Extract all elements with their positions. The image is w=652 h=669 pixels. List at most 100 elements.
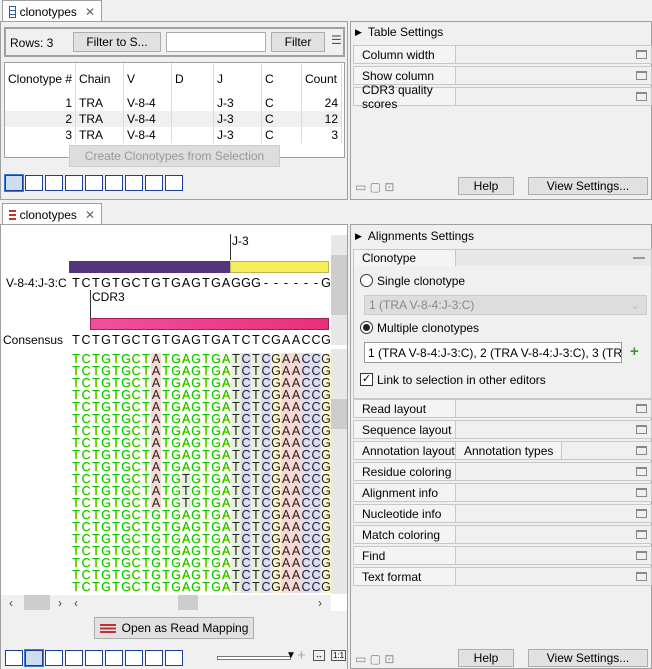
table-view-icon[interactable]: [5, 650, 23, 666]
read-row[interactable]: TCTGTGCTGTGAGTGATCTCGAACCG: [71, 581, 331, 593]
histogram-icon[interactable]: [85, 650, 103, 666]
expand-icon[interactable]: ▶: [355, 231, 362, 242]
history-icon[interactable]: [145, 175, 163, 191]
residue: C: [301, 580, 311, 594]
filter-input[interactable]: [166, 32, 266, 52]
zoom-100-icon[interactable]: 1:1: [331, 650, 347, 661]
table-row[interactable]: 3 TRA V-8-4 J-3 C 3: [5, 127, 343, 143]
expand-icon[interactable]: ▶: [355, 27, 362, 38]
add-icon[interactable]: +: [630, 343, 639, 360]
curve-chart-icon[interactable]: [125, 650, 143, 666]
report-icon[interactable]: [165, 650, 183, 666]
cdr3-tick: [90, 290, 91, 318]
fit-width-icon[interactable]: ↔: [313, 650, 325, 661]
horizontal-scrollbars[interactable]: ‹ › ‹ ›: [1, 595, 331, 611]
annotation-scrollbar[interactable]: [331, 235, 347, 345]
link-selection-label: Link to selection in other editors: [377, 373, 546, 387]
settings-section[interactable]: Match coloring: [353, 525, 652, 544]
residue: A: [221, 580, 231, 594]
reads-scrollbar[interactable]: [331, 349, 347, 594]
table-cell: 3: [301, 127, 343, 143]
zoom-in-icon[interactable]: +: [297, 647, 306, 664]
graph-view-icon[interactable]: [45, 650, 63, 666]
graph-view-icon[interactable]: [45, 175, 63, 191]
view-settings-button[interactable]: View Settings...: [528, 649, 648, 667]
report-icon[interactable]: [165, 175, 183, 191]
residue: T: [252, 333, 260, 347]
settings-section[interactable]: Find: [353, 546, 652, 565]
column-header[interactable]: J: [213, 63, 262, 95]
table-row[interactable]: 1 TRA V-8-4 J-3 C 24: [5, 95, 343, 111]
consensus-sequence[interactable]: TCTGTGCTGTGAGTGATCTCGAACCG: [71, 333, 331, 347]
folder-icon: [636, 467, 647, 476]
table-cell: TRA: [75, 111, 125, 127]
j-gene-annotation[interactable]: [230, 261, 329, 273]
section-label: Show column: [354, 67, 456, 84]
close-icon[interactable]: ✕: [85, 208, 95, 222]
footer-icons[interactable]: ▭ ▢ ⊡: [355, 180, 394, 194]
link-selection-checkbox[interactable]: ✓: [360, 373, 373, 386]
table-cell: 3: [5, 127, 77, 143]
residue: G: [121, 276, 131, 290]
table-view-icon[interactable]: [4, 174, 24, 192]
zoom-slider[interactable]: [217, 656, 291, 660]
residue: T: [231, 580, 241, 594]
annotation-types-tab[interactable]: Annotation types: [456, 442, 562, 459]
alignment-view-icon[interactable]: [25, 175, 43, 191]
clonotype-section-header[interactable]: Clonotype: [354, 250, 456, 266]
help-button[interactable]: Help: [458, 649, 514, 667]
single-clonotype-select[interactable]: 1 (TRA V-8-4:J-3:C) ⌄: [364, 295, 647, 315]
view-settings-button[interactable]: View Settings...: [528, 177, 648, 195]
column-header[interactable]: Clonotype #: [5, 63, 77, 95]
tab-clonotypes-table[interactable]: clonotypes ✕: [2, 0, 102, 22]
residue: G: [231, 276, 241, 290]
collapse-icon[interactable]: [633, 257, 645, 259]
settings-section[interactable]: Text format: [353, 567, 652, 586]
table-row[interactable]: 2 TRA V-8-4 J-3 C 12: [5, 111, 343, 127]
help-button[interactable]: Help: [458, 177, 514, 195]
single-clonotype-value: 1 (TRA V-8-4:J-3:C): [369, 298, 475, 312]
footer-icons[interactable]: ▭ ▢ ⊡: [355, 652, 394, 666]
column-header[interactable]: D: [171, 63, 214, 95]
close-icon[interactable]: ✕: [85, 5, 95, 19]
settings-section[interactable]: Read layout: [353, 399, 652, 418]
zoom-slider-handle[interactable]: ▼: [286, 650, 296, 661]
reference-sequence[interactable]: TCTGTGCTGTGAGTGAGGG------G: [71, 276, 331, 290]
settings-section[interactable]: Alignment info: [353, 483, 652, 502]
consensus-label: Consensus: [3, 333, 64, 347]
line-chart-icon[interactable]: [65, 650, 83, 666]
create-clonotypes-button[interactable]: Create Clonotypes from Selection: [69, 145, 280, 167]
section-label: Annotation layout: [354, 442, 456, 459]
alignment-view-icon[interactable]: [24, 649, 44, 667]
distribution-icon[interactable]: [105, 650, 123, 666]
curve-chart-icon[interactable]: [125, 175, 143, 191]
column-header[interactable]: Count: [301, 63, 343, 95]
view-icons: [5, 649, 183, 668]
column-header[interactable]: V: [123, 63, 173, 95]
filter-button[interactable]: Filter: [271, 32, 325, 52]
histogram-icon[interactable]: [85, 175, 103, 191]
settings-section[interactable]: Column width: [353, 45, 652, 64]
settings-section[interactable]: Residue coloring: [353, 462, 652, 481]
tab-clonotypes-alignment[interactable]: clonotypes ✕: [2, 203, 102, 225]
clonotype-section: Clonotype Single clonotype 1 (TRA V-8-4:…: [353, 249, 652, 399]
v-gene-annotation[interactable]: [69, 261, 230, 273]
residue: C: [81, 580, 91, 594]
open-as-read-mapping-button[interactable]: Open as Read Mapping: [94, 617, 254, 639]
single-clonotype-radio[interactable]: [360, 274, 373, 287]
filter-menu-icon[interactable]: ☰: [331, 33, 342, 47]
residue: A: [181, 333, 191, 347]
settings-section[interactable]: Nucleotide info: [353, 504, 652, 523]
settings-section[interactable]: Annotation layout Annotation types: [353, 441, 652, 460]
distribution-icon[interactable]: [105, 175, 123, 191]
column-header[interactable]: C: [261, 63, 302, 95]
settings-section[interactable]: Sequence layout: [353, 420, 652, 439]
multiple-clonotypes-input[interactable]: 1 (TRA V-8-4:J-3:C), 2 (TRA V-8-4:J-3:C)…: [364, 342, 622, 363]
filter-to-selection-button[interactable]: Filter to S...: [73, 32, 161, 52]
line-chart-icon[interactable]: [65, 175, 83, 191]
multiple-clonotypes-radio[interactable]: [360, 321, 373, 334]
history-icon[interactable]: [145, 650, 163, 666]
cdr3-annotation[interactable]: [90, 318, 329, 330]
settings-section[interactable]: CDR3 quality scores: [353, 83, 652, 111]
column-header[interactable]: Chain: [75, 63, 125, 95]
